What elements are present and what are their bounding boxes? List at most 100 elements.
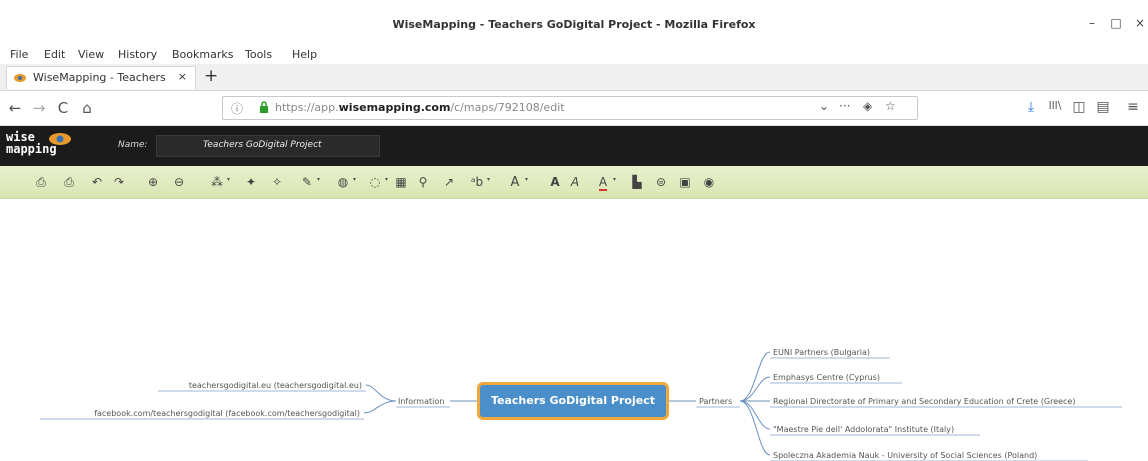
topic-partner-3[interactable]: Regional Directorate of Primary and Seco… bbox=[773, 397, 1075, 406]
link-icon-glyph: ⚲ bbox=[418, 175, 428, 189]
print-icon[interactable]: ⎙ bbox=[60, 173, 78, 191]
menu-history[interactable]: History bbox=[118, 48, 157, 61]
undo-icon-glyph: ↶ bbox=[91, 175, 103, 189]
add-subtopic-icon[interactable]: ✦ bbox=[242, 173, 260, 191]
wisemapping-logo[interactable]: wise mapping bbox=[6, 131, 76, 161]
share-icon[interactable]: ⊜ bbox=[652, 173, 670, 191]
add-topic-icon-glyph: ⁂ bbox=[211, 175, 223, 189]
font-italic-icon[interactable]: A bbox=[566, 173, 584, 191]
sidebar-icon[interactable]: ◫ bbox=[1070, 99, 1088, 115]
font-family-icon-glyph: ᵃb bbox=[470, 175, 484, 189]
history-icon[interactable]: ▙ bbox=[628, 173, 646, 191]
logo-text: wise mapping bbox=[6, 130, 57, 156]
menu-bookmarks[interactable]: Bookmarks bbox=[172, 48, 233, 61]
home-icon[interactable]: ⌂ bbox=[78, 99, 96, 117]
link-icon[interactable]: ⚲ bbox=[414, 173, 432, 191]
save-icon[interactable]: ⎙ bbox=[32, 173, 50, 191]
topic-shape-icon-glyph: ◍ bbox=[337, 175, 349, 189]
connector-partner-1 bbox=[739, 351, 771, 402]
back-icon[interactable]: ← bbox=[6, 99, 24, 117]
maximize-button[interactable]: □ bbox=[1108, 16, 1124, 30]
topic-partner-2[interactable]: Emphasys Centre (Cyprus) bbox=[773, 373, 880, 382]
url-dropdown-icon[interactable]: ⌄ bbox=[819, 99, 829, 113]
editor-toolbar: ⎙ ⎙ ↶ ↷ ⊕ ⊖ ⁂ ▾ ✦ ✧ ✎ ▾ ◍ ▾ ◌ ▾ ▦ ⚲ ↗ ᵃb ▾ A ▾ A A A ▾ ▙ ⊜ ▣ ◉ bbox=[0, 166, 1148, 199]
dropdown-caret-icon: ▾ bbox=[316, 176, 320, 183]
redo-icon[interactable]: ↷ bbox=[110, 173, 128, 191]
url-text: https://app.wisemapping.com/c/maps/79210… bbox=[275, 101, 565, 114]
menu-file[interactable]: File bbox=[10, 48, 28, 61]
relationship-icon[interactable]: ↗ bbox=[440, 173, 458, 191]
topic-icon-icon-glyph: ▦ bbox=[395, 175, 407, 189]
font-italic-icon-glyph: A bbox=[570, 175, 580, 189]
central-topic[interactable]: Teachers GoDigital Project bbox=[477, 382, 669, 420]
tab-wisemapping[interactable]: WiseMapping - Teachers × bbox=[6, 66, 196, 89]
bookmark-star-icon[interactable]: ☆ bbox=[885, 99, 896, 113]
menu-bar: File Edit View History Bookmarks Tools H… bbox=[0, 46, 1148, 64]
zoom-in-icon[interactable]: ⊕ bbox=[144, 173, 162, 191]
add-topic-icon[interactable]: ⁂ ▾ bbox=[208, 173, 230, 191]
topic-partner-4[interactable]: "Maestre Pie dell' Addolorata" Institute… bbox=[773, 425, 954, 434]
font-color-icon[interactable]: A ▾ bbox=[594, 173, 616, 191]
dropdown-caret-icon: ▾ bbox=[352, 176, 356, 183]
font-bold-icon[interactable]: A bbox=[546, 173, 564, 191]
topic-border-icon[interactable]: ◌ ▾ bbox=[366, 173, 388, 191]
app-header: wise mapping Name: Teachers GoDigital Pr… bbox=[0, 126, 1148, 166]
mindmap-canvas[interactable]: Information teachersgodigital.eu (teache… bbox=[0, 199, 1148, 461]
map-name-field[interactable]: Teachers GoDigital Project bbox=[156, 135, 380, 157]
topic-partner-5[interactable]: Spoleczna Akademia Nauk - University of … bbox=[773, 451, 1037, 460]
download-icon[interactable]: ⤓ bbox=[1022, 99, 1040, 115]
hamburger-menu-icon[interactable]: ≡ bbox=[1124, 99, 1142, 115]
redo-icon-glyph: ↷ bbox=[113, 175, 125, 189]
tab-close-icon[interactable]: × bbox=[178, 70, 187, 83]
topic-partner-1[interactable]: EUNI Partners (Bulgaria) bbox=[773, 348, 870, 357]
forward-icon[interactable]: → bbox=[30, 99, 48, 117]
menu-edit[interactable]: Edit bbox=[44, 48, 65, 61]
reader-view-icon[interactable]: ▤ bbox=[1094, 99, 1112, 115]
font-family-icon[interactable]: ᵃb ▾ bbox=[468, 173, 490, 191]
topic-facebook[interactable]: facebook.com/teachersgodigital (facebook… bbox=[94, 409, 360, 418]
undo-icon[interactable]: ↶ bbox=[88, 173, 106, 191]
topic-partners[interactable]: Partners bbox=[699, 397, 732, 406]
new-tab-button[interactable]: + bbox=[204, 66, 218, 86]
connector-teachersgodigital bbox=[365, 384, 397, 402]
delete-topic-icon-glyph: ✧ bbox=[271, 175, 283, 189]
publish-icon[interactable]: ▣ bbox=[676, 173, 694, 191]
account-icon[interactable]: ◉ bbox=[700, 173, 718, 191]
font-size-icon[interactable]: A ▾ bbox=[506, 173, 528, 191]
window-title: WiseMapping - Teachers GoDigital Project… bbox=[392, 18, 756, 31]
connector-facebook bbox=[363, 400, 397, 414]
minimize-button[interactable]: – bbox=[1084, 16, 1100, 30]
reload-icon[interactable]: C bbox=[54, 99, 72, 117]
delete-topic-icon[interactable]: ✧ bbox=[268, 173, 286, 191]
zoom-in-icon-glyph: ⊕ bbox=[147, 175, 159, 189]
tab-strip: WiseMapping - Teachers × + bbox=[0, 64, 1148, 91]
close-window-button[interactable]: × bbox=[1132, 16, 1148, 30]
dropdown-caret-icon: ▾ bbox=[612, 176, 616, 183]
menu-help[interactable]: Help bbox=[292, 48, 317, 61]
wisemapping-favicon-icon bbox=[14, 74, 26, 82]
menu-view[interactable]: View bbox=[78, 48, 104, 61]
history-icon-glyph: ▙ bbox=[632, 175, 642, 189]
nav-bar: ← → C ⌂ ⓘ https://app.wisemapping.com/c/… bbox=[0, 91, 1148, 126]
topic-color-icon-glyph: ✎ bbox=[301, 175, 313, 189]
topic-information[interactable]: Information bbox=[398, 397, 444, 406]
page-actions-icon[interactable]: ··· bbox=[839, 99, 850, 113]
menu-tools[interactable]: Tools bbox=[245, 48, 272, 61]
dropdown-caret-icon: ▾ bbox=[486, 176, 490, 183]
topic-icon-icon[interactable]: ▦ bbox=[392, 173, 410, 191]
topic-shape-icon[interactable]: ◍ ▾ bbox=[334, 173, 356, 191]
dropdown-caret-icon: ▾ bbox=[524, 176, 528, 183]
map-name-value: Teachers GoDigital Project bbox=[203, 140, 322, 150]
site-info-icon[interactable]: ⓘ bbox=[231, 100, 243, 117]
account-icon-glyph: ◉ bbox=[703, 175, 715, 189]
save-icon-glyph: ⎙ bbox=[36, 175, 46, 189]
topic-color-icon[interactable]: ✎ ▾ bbox=[298, 173, 320, 191]
print-icon-glyph: ⎙ bbox=[64, 175, 74, 189]
url-bar[interactable]: ⓘ https://app.wisemapping.com/c/maps/792… bbox=[222, 96, 918, 120]
pocket-icon[interactable]: ◈ bbox=[863, 99, 872, 113]
library-icon[interactable]: lll\ bbox=[1046, 99, 1064, 112]
topic-teachersgodigital[interactable]: teachersgodigital.eu (teachersgodigital.… bbox=[189, 381, 362, 390]
map-name-label: Name: bbox=[118, 140, 148, 150]
zoom-out-icon[interactable]: ⊖ bbox=[170, 173, 188, 191]
dropdown-caret-icon: ▾ bbox=[384, 176, 388, 183]
